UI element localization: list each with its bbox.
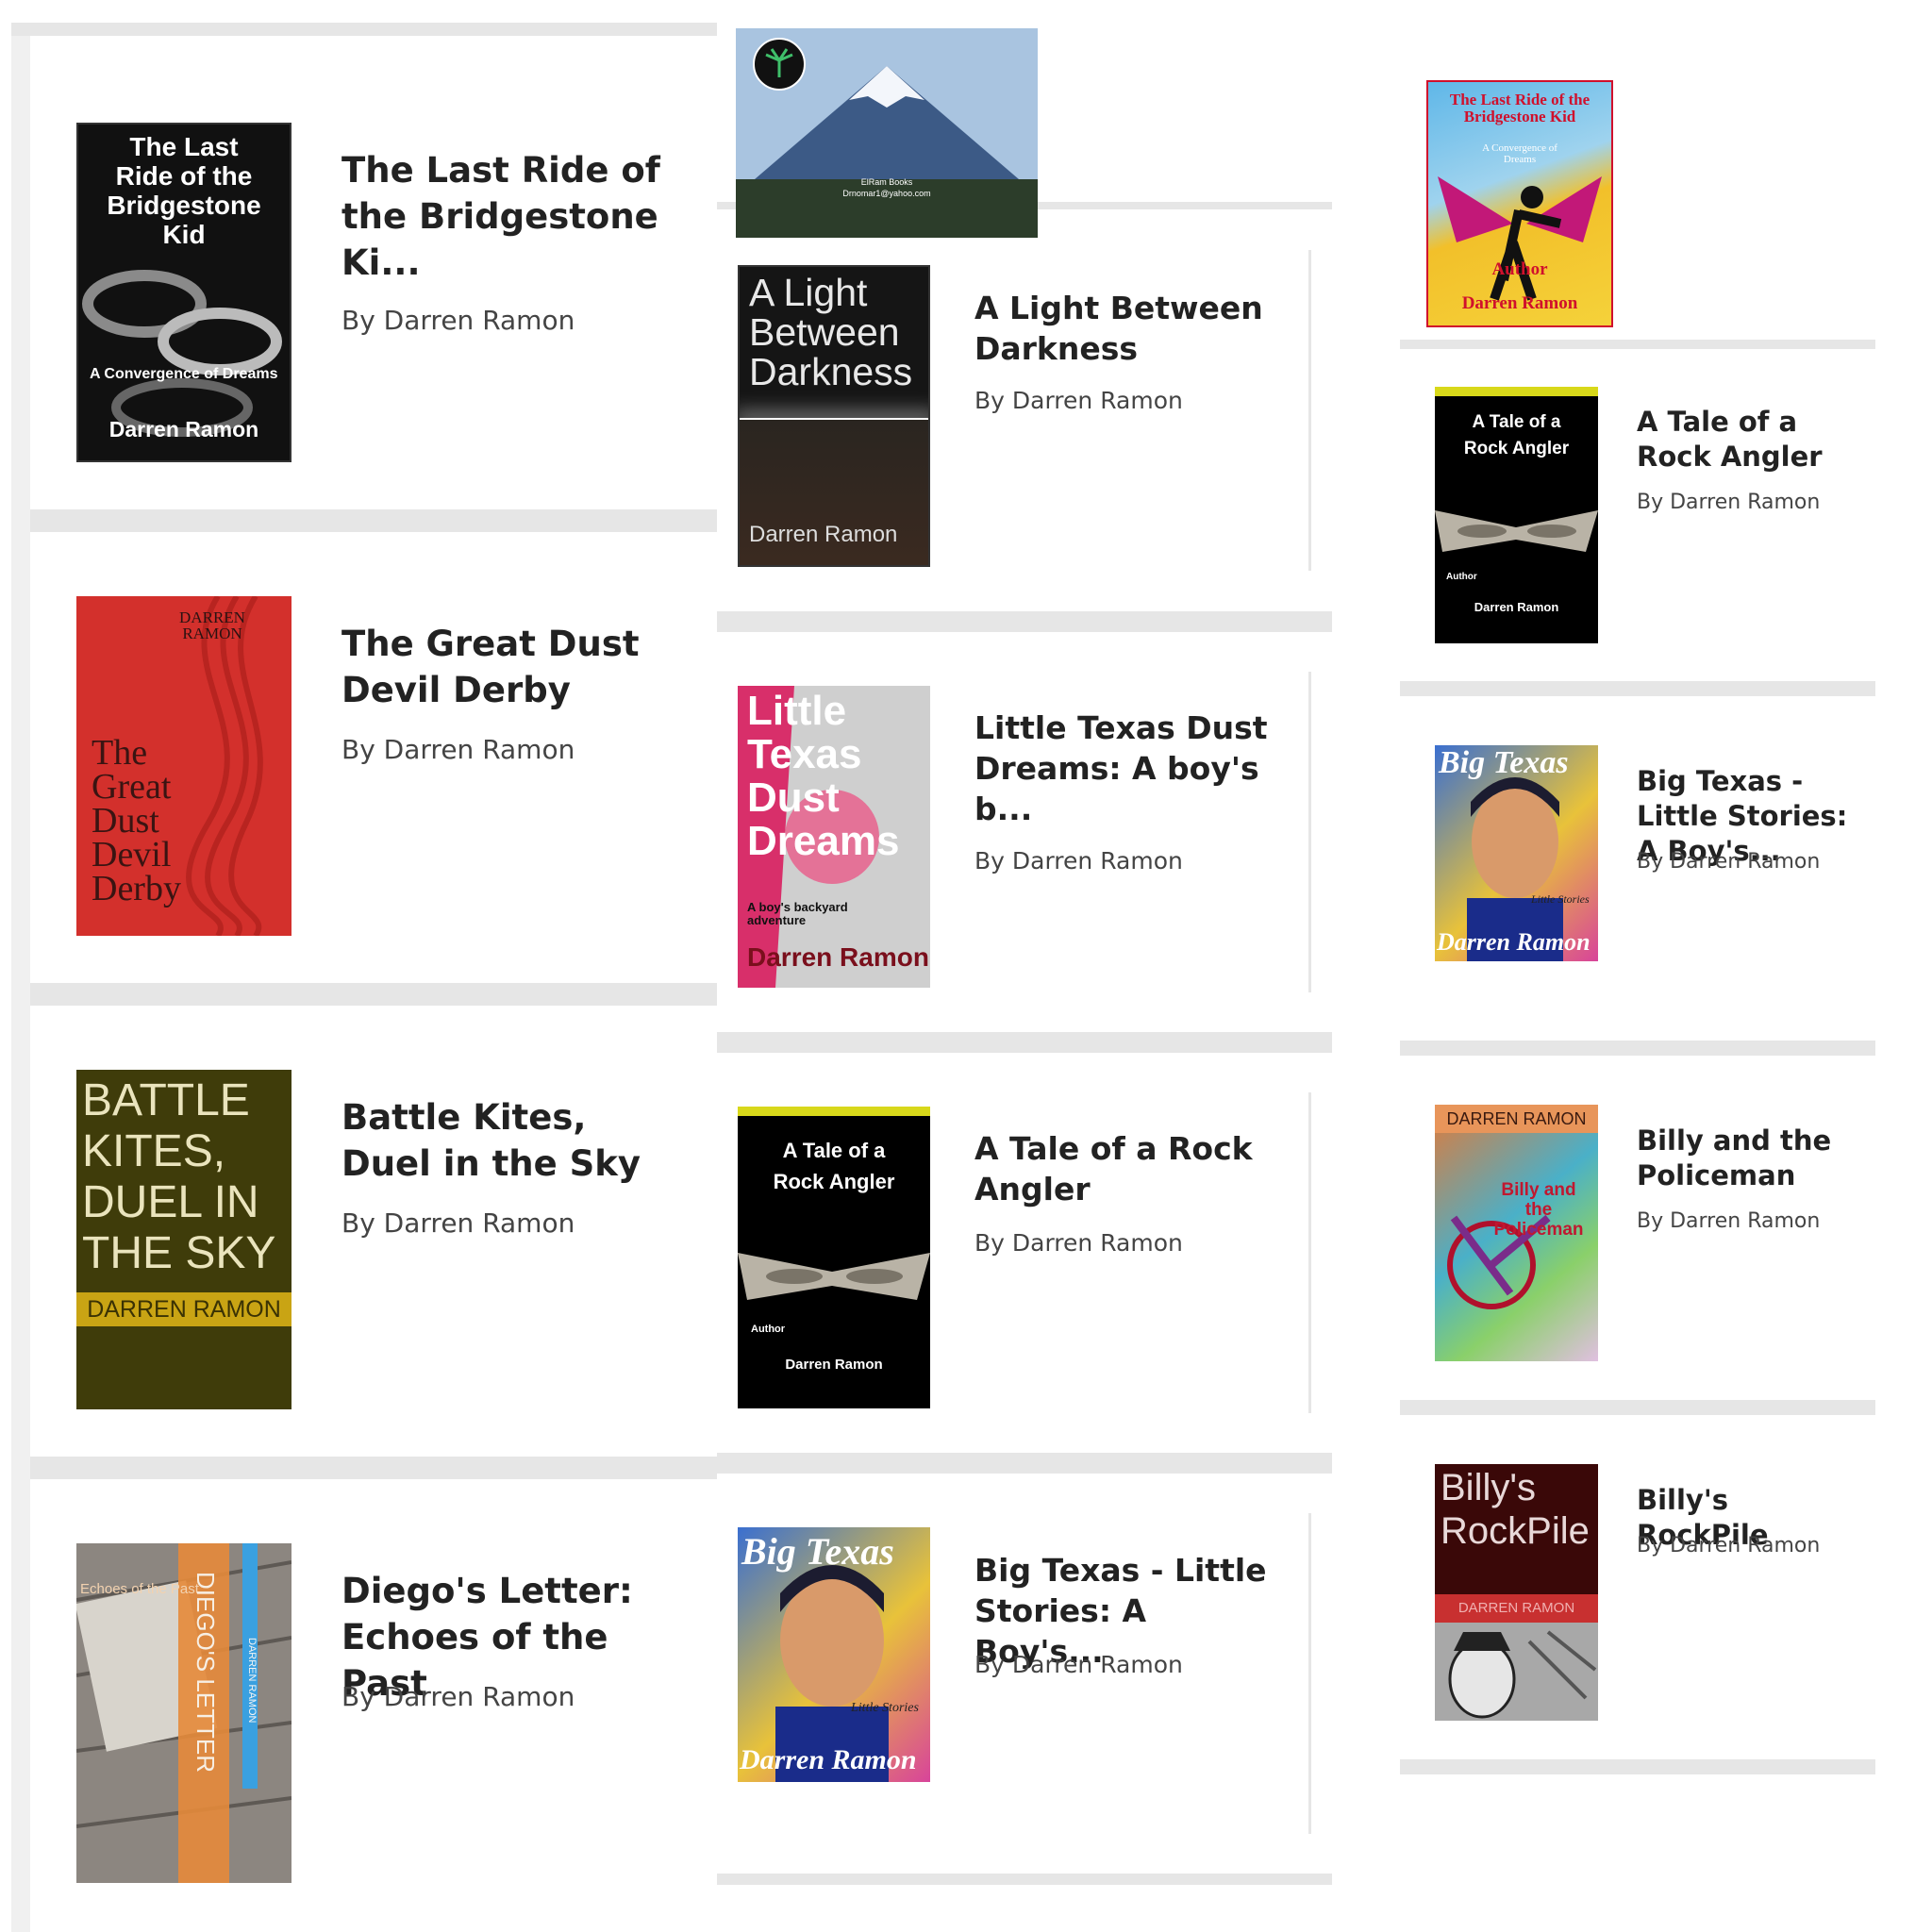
book-cover-billys-rockpile[interactable]: Billy's RockPile DARREN RAMON (1435, 1464, 1598, 1721)
cover-author: DARREN RAMON (179, 608, 245, 642)
book-cover-great-dust-devil-derby[interactable]: DARREN RAMON The Great Dust Devil Derby (76, 596, 291, 936)
book-cover-diegos-letter[interactable]: Echoes of the Past DIEGO'S LETTER DARREN… (76, 1543, 291, 1883)
cover-title: A Tale of a Rock Angler (1463, 412, 1570, 458)
cover-label: Author (1446, 572, 1477, 582)
cover-author: DARREN RAMON (246, 1638, 258, 1724)
book-title[interactable]: A Light Between Darkness (974, 288, 1276, 369)
book-cover-little-texas-dust-dreams[interactable]: Little Texas Dust Dreams A boy's backyard a… (738, 686, 930, 988)
cover-title: A Light Between Darkness (749, 271, 913, 393)
book-title[interactable]: A Tale of a Rock Angler (974, 1128, 1276, 1209)
book-author[interactable]: By Darren Ramon (341, 734, 575, 765)
logo-icon (753, 38, 806, 91)
column2-right-border (1308, 250, 1311, 571)
book-author[interactable]: By Darren Ramon (974, 847, 1183, 874)
cover-title: Billy's RockPile (1441, 1467, 1590, 1552)
book-title[interactable]: The Great Dust Devil Derby (341, 621, 662, 713)
column2-right-border (1308, 1513, 1311, 1834)
column3-divider (1400, 1759, 1875, 1774)
book-cover-big-texas[interactable]: Big Texas Little Stories Darren Ramon (1435, 745, 1598, 961)
book-author[interactable]: By Darren Ramon (1637, 491, 1820, 514)
palm-icon (765, 48, 793, 77)
column2-divider (717, 611, 1332, 632)
book-cover-light-between-darkness[interactable]: A Light Between Darkness Darren Ramon (738, 265, 930, 567)
column1-divider (30, 983, 717, 1006)
book-cover-billy-policeman[interactable]: DARREN RAMON Billy and the Policeman (1435, 1105, 1598, 1361)
rockpile-artwork (1435, 1623, 1598, 1721)
logo-text: ElRam Books (860, 177, 913, 187)
cover-author: DARREN RAMON (1435, 1594, 1598, 1623)
cover-title: DIEGO'S LETTER (192, 1572, 220, 1774)
cover-author: Darren Ramon (1474, 600, 1559, 614)
cover-subtitle: Little Stories (1531, 892, 1590, 906)
book-title[interactable]: Billy and the Policeman (1637, 1124, 1868, 1193)
cover-author: Darren Ramon (1437, 928, 1591, 956)
cover-author: Darren Ramon (747, 942, 929, 972)
book-cover-bridgestone-kid-alt[interactable]: The Last Ride of the Bridgestone Kid A Co… (1426, 80, 1613, 327)
column1-left-border (11, 36, 30, 1932)
column2-right-border (1308, 1092, 1311, 1413)
column3-divider (1400, 681, 1875, 696)
book-title[interactable]: Little Texas Dust Dreams: A boy's b... (974, 708, 1276, 829)
book-title[interactable]: A Tale of a Rock Angler (1637, 405, 1868, 475)
cover-author: Darren Ramon (749, 522, 898, 547)
book-title[interactable]: Battle Kites, Duel in the Sky (341, 1094, 662, 1187)
column1-top-divider (11, 23, 717, 36)
cover-title: Big Texas (741, 1530, 894, 1573)
book-author[interactable]: By Darren Ramon (974, 1229, 1183, 1257)
column2-divider (717, 1453, 1332, 1474)
book-author[interactable]: By Darren Ramon (1637, 1209, 1820, 1233)
cover-subtitle: A Convergence of Dreams (1482, 142, 1557, 165)
fish-artwork (738, 1253, 930, 1300)
cover-title: The Last Ride of the Bridgestone Kid (107, 132, 261, 249)
book-author[interactable]: By Darren Ramon (341, 1681, 575, 1712)
book-author[interactable]: By Darren Ramon (1637, 850, 1820, 874)
book-cover-battle-kites[interactable]: BATTLE KITES, DUEL IN THE SKY DARREN RAMON (76, 1070, 291, 1409)
column1-divider (30, 509, 717, 532)
book-cover-bridgestone-kid[interactable]: The Last Ride of the Bridgestone Kid A Conv… (76, 123, 291, 462)
column2-right-border (1308, 672, 1311, 992)
book-title[interactable]: The Last Ride of the Bridgestone Ki... (341, 147, 662, 286)
column1-divider (30, 1457, 717, 1479)
cover-title: The Last Ride of the Bridgestone Kid (1449, 91, 1591, 125)
fish-artwork (1435, 510, 1598, 552)
cover-title: Billy and the Policeman (1493, 1180, 1584, 1240)
cover-subtitle: Little Stories (851, 1701, 919, 1715)
cover-author: Darren Ramon (1461, 293, 1578, 313)
column2-divider (717, 1874, 1332, 1885)
column3-divider (1400, 1041, 1875, 1056)
cover-title: A Tale of a Rock Angler (773, 1139, 895, 1193)
cover-author: Darren Ramon (108, 417, 259, 441)
cover-title: Big Texas (1439, 745, 1569, 780)
column3-divider (1400, 1400, 1875, 1415)
cover-title: Little Texas Dust Dreams (747, 688, 900, 864)
logo-email: Drnomar1@yahoo.com (842, 189, 931, 198)
cover-author: Darren Ramon (785, 1357, 883, 1373)
column3-divider (1400, 340, 1875, 349)
book-author[interactable]: By Darren Ramon (341, 305, 575, 336)
cover-author: DARREN RAMON (1435, 1105, 1598, 1133)
publisher-banner[interactable]: ElRam Books Drnomar1@yahoo.com (736, 28, 1038, 238)
cover-title: The Great Dust Devil Derby (92, 733, 181, 908)
cover-subtitle: Echoes of the Past (80, 1581, 199, 1597)
book-cover-rock-angler[interactable]: A Tale of a Rock Angler Author Darren Ram… (1435, 387, 1598, 643)
cover-author: Darren Ramon (740, 1744, 917, 1775)
book-cover-big-texas[interactable]: Big Texas Little Stories Darren Ramon (738, 1527, 930, 1782)
book-author[interactable]: By Darren Ramon (974, 1651, 1183, 1678)
cover-subtitle: A boy's backyard adventure (747, 900, 848, 927)
cover-label: Author (751, 1324, 786, 1335)
book-author[interactable]: By Darren Ramon (341, 1208, 575, 1239)
book-cover-rock-angler[interactable]: A Tale of a Rock Angler Author Darren Ram… (738, 1107, 930, 1408)
cover-author: DARREN RAMON (76, 1292, 291, 1326)
column2-divider (717, 1032, 1332, 1053)
book-author[interactable]: By Darren Ramon (974, 387, 1183, 414)
book-author[interactable]: By Darren Ramon (1637, 1534, 1820, 1557)
cover-label: Author (1491, 259, 1548, 279)
cover-subtitle: A Convergence of Dreams (90, 366, 278, 382)
cover-title: BATTLE KITES, DUEL IN THE SKY (82, 1075, 276, 1278)
